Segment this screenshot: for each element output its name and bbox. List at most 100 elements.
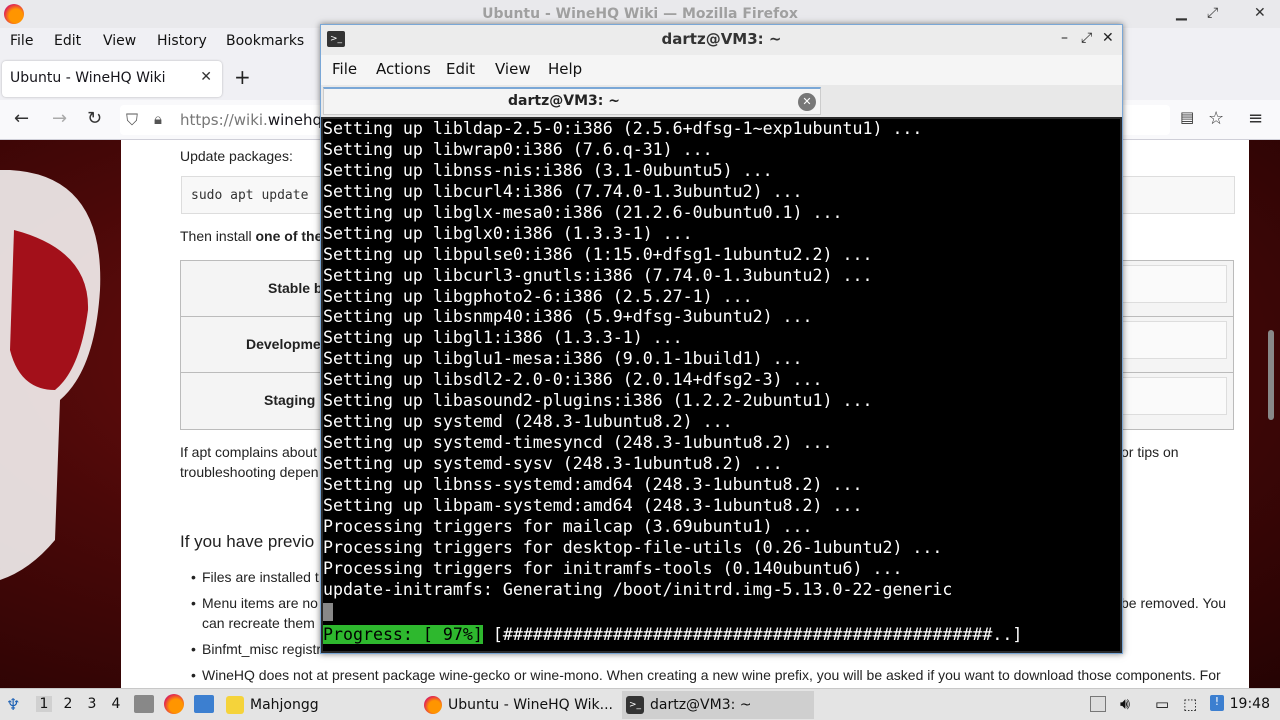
terminal-line: Setting up libglu1-mesa:i386 (9.0.1-1bui…	[323, 349, 803, 369]
volume-icon[interactable]: 🔊︎	[1120, 694, 1130, 714]
bullet-dot: •	[191, 595, 196, 611]
page-scrollbar[interactable]	[1268, 330, 1274, 420]
task-terminal[interactable]: >_ dartz@VM3: ~	[622, 691, 814, 719]
terminal-line: Processing triggers for mailcap (3.69ubu…	[323, 516, 813, 536]
workspace-4[interactable]: 4	[108, 696, 124, 712]
firefox-window-title: Ubuntu - WineHQ Wiki — Mozilla Firefox	[482, 6, 798, 22]
row-label: Staging	[264, 392, 316, 408]
tray-icon[interactable]	[1090, 696, 1106, 712]
terminal-lines: Setting up libldap-2.5-0:i386 (2.5.6+dfs…	[323, 119, 952, 601]
display-icon[interactable]: ▭	[1155, 695, 1169, 713]
back-icon[interactable]: ←	[14, 108, 29, 129]
terminal-titlebar[interactable]: >_ dartz@VM3: ~ – ⤢ ✕	[321, 25, 1122, 55]
task-mahjongg[interactable]: Mahjongg	[222, 691, 322, 719]
terminal-window: >_ dartz@VM3: ~ – ⤢ ✕ File Actions Edit …	[320, 24, 1123, 654]
workspace-3[interactable]: 3	[84, 696, 100, 712]
menu-bookmarks[interactable]: Bookmarks	[226, 33, 304, 49]
terminal-line: Setting up libcurl4:i386 (7.74.0-1.3ubun…	[323, 181, 803, 201]
terminal-line: Setting up libpulse0:i386 (1:15.0+dfsg1-…	[323, 244, 873, 264]
bullet-item: Menu items are no	[202, 595, 318, 611]
term-menu-actions[interactable]: Actions	[376, 60, 431, 78]
bullet-dot: •	[191, 641, 196, 657]
workspace-1[interactable]: 1	[36, 696, 52, 712]
tab-label: Ubuntu - WineHQ Wiki	[10, 70, 166, 86]
tab-close-icon[interactable]: ✕	[798, 93, 816, 111]
close-icon[interactable]: ✕	[1102, 30, 1114, 46]
term-menu-help[interactable]: Help	[548, 60, 582, 78]
tab-close-icon[interactable]: ✕	[200, 69, 212, 85]
cursor-line	[323, 601, 333, 621]
firefox-icon	[424, 696, 442, 714]
terminal-output[interactable]: Setting up libldap-2.5-0:i386 (2.5.6+dfs…	[323, 119, 1120, 651]
terminal-line: Setting up libnss-nis:i386 (3.1-0ubuntu5…	[323, 160, 773, 180]
terminal-tab-label: dartz@VM3: ~	[508, 93, 620, 109]
progress-label: Progress: [ 97%]	[323, 625, 483, 644]
update-packages-label: Update packages:	[180, 148, 293, 164]
bullet-dot: •	[191, 667, 196, 683]
terminal-title: dartz@VM3: ~	[661, 30, 782, 48]
maximize-icon[interactable]: ⤢	[1081, 30, 1092, 46]
terminal-line: Processing triggers for initramfs-tools …	[323, 558, 903, 578]
terminal-line: Setting up libwrap0:i386 (7.6.q-31) ...	[323, 139, 713, 159]
terminal-line: Setting up systemd-sysv (248.3-1ubuntu8.…	[323, 454, 783, 473]
minimize-icon[interactable]: ▁	[1176, 5, 1187, 21]
bookmark-star-icon[interactable]: ☆	[1208, 108, 1224, 129]
troubleshooting-text: troubleshooting depen	[180, 464, 319, 480]
terminal-line: Setting up libgphoto2-6:i386 (2.5.27-1) …	[323, 286, 753, 306]
hamburger-menu-icon[interactable]: ≡	[1248, 108, 1263, 129]
terminal-line: Setting up libldap-2.5-0:i386 (2.5.6+dfs…	[323, 119, 923, 138]
shield-icon[interactable]: ⛉	[126, 110, 138, 130]
install-instructions: Then install one of the	[180, 228, 323, 244]
menu-edit[interactable]: Edit	[54, 33, 81, 49]
terminal-cursor	[323, 603, 333, 621]
term-menu-edit[interactable]: Edit	[446, 60, 475, 78]
term-menu-view[interactable]: View	[495, 60, 531, 78]
start-menu-icon[interactable]: ♆	[6, 695, 20, 714]
desktop-icon[interactable]	[194, 695, 214, 713]
terminal-line: Setting up libnss-systemd:amd64 (248.3-1…	[323, 474, 863, 494]
row-label: Developme	[246, 336, 321, 352]
terminal-line: Setting up libpam-systemd:amd64 (248.3-1…	[323, 495, 863, 515]
terminal-line: update-initramfs: Generating /boot/initr…	[323, 579, 953, 599]
reload-icon[interactable]: ↻	[87, 108, 102, 129]
terminal-line: Setting up libasound2-plugins:i386 (1.2.…	[323, 391, 873, 411]
task-firefox[interactable]: Ubuntu - WineHQ Wik...	[420, 691, 618, 719]
close-icon[interactable]: ✕	[1254, 5, 1266, 21]
terminal-tab[interactable]: dartz@VM3: ~ ✕	[323, 87, 821, 115]
term-menu-file[interactable]: File	[332, 60, 357, 78]
maximize-icon[interactable]: ⤢	[1207, 5, 1218, 21]
minimize-icon[interactable]: –	[1061, 30, 1068, 46]
terminal-line: Setting up libsdl2-2.0-0:i386 (2.0.14+df…	[323, 370, 823, 390]
reader-view-icon[interactable]: ▤	[1180, 108, 1194, 126]
bullet-item-line2: can recreate them	[202, 615, 315, 631]
terminal-line: Setting up systemd-timesyncd (248.3-1ubu…	[323, 433, 833, 453]
bullet-item: Binfmt_misc registr	[202, 641, 322, 657]
new-tab-button[interactable]: +	[234, 65, 251, 89]
section-heading: If you have previo	[180, 532, 315, 551]
url-text: https://wiki.winehq.	[180, 111, 327, 129]
lock-icon[interactable]: 🔒︎	[154, 110, 162, 128]
firefox-launcher-icon[interactable]	[164, 694, 184, 714]
network-icon[interactable]: ⬚	[1183, 695, 1197, 713]
notification-icon[interactable]: !	[1210, 695, 1224, 711]
workspace-2[interactable]: 2	[60, 696, 76, 712]
forward-icon[interactable]: →	[52, 108, 67, 129]
terminal-line: Processing triggers for desktop-file-uti…	[323, 537, 943, 557]
terminal-line: Setting up libglx-mesa0:i386 (21.2.6-0ub…	[323, 202, 843, 222]
menu-history[interactable]: History	[157, 33, 207, 49]
task-label: Mahjongg	[250, 697, 319, 713]
file-manager-icon[interactable]	[134, 695, 154, 713]
terminal-line: Setting up libgl1:i386 (1.3.3-1) ...	[323, 328, 683, 348]
tab-winehq[interactable]: Ubuntu - WineHQ Wiki ✕	[2, 61, 222, 97]
code-text: sudo apt update	[191, 188, 309, 203]
terminal-menubar: File Actions Edit View Help	[321, 55, 1122, 85]
menu-view[interactable]: View	[103, 33, 136, 49]
apt-complains-text: If apt complains about	[180, 444, 317, 460]
row-label: Stable b	[268, 280, 323, 296]
clock[interactable]: 19:48	[1230, 696, 1270, 712]
apt-progress: Progress: [ 97%] [######################…	[323, 624, 1022, 645]
wine-glass-image	[0, 170, 101, 580]
taskbar: ♆ 1 2 3 4 Mahjongg Ubuntu - WineHQ Wik..…	[0, 688, 1280, 720]
terminal-line: Setting up systemd (248.3-1ubuntu8.2) ..…	[323, 412, 733, 432]
menu-file[interactable]: File	[10, 33, 33, 49]
